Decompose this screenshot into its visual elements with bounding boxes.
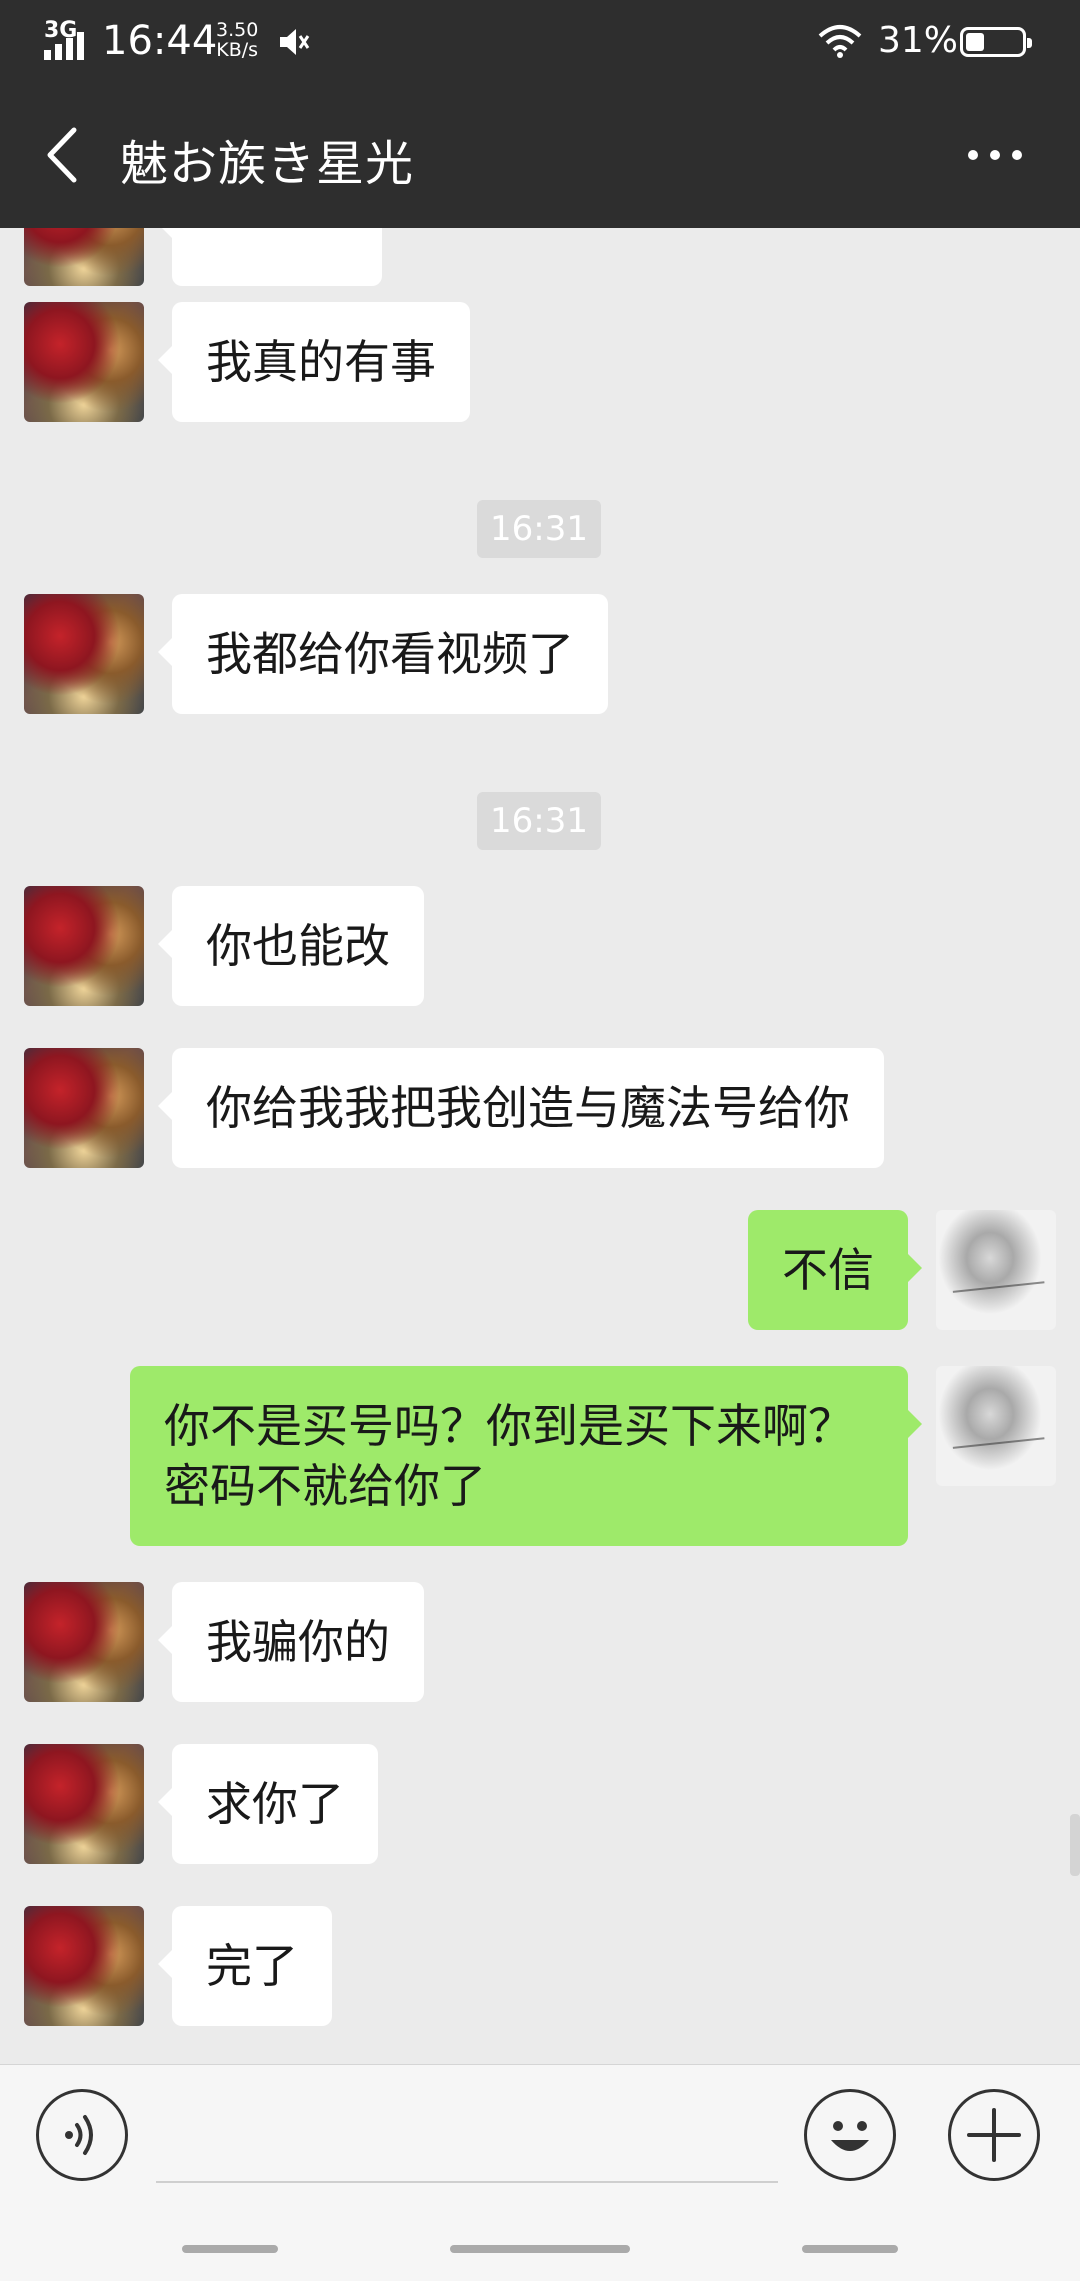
message-bubble-incoming[interactable]: 你也能改 [158,886,424,1006]
message-bubble-incoming[interactable]: 完了 [158,1906,332,2026]
voice-button[interactable] [36,2089,128,2181]
nav-gesture-left[interactable] [182,2245,278,2253]
voice-icon [65,2115,93,2155]
message-bubble-incoming[interactable]: 你给我我把我创造与魔法号给你 [158,1048,884,1168]
message-line: 密码不就给你了 [164,1459,486,1513]
message-input[interactable] [156,2181,778,2183]
mute-icon [276,24,312,64]
message-list[interactable]: 我真的有事 16:31 我都给你看视频了 16:31 你也能改 你给我我把我创造… [0,228,1080,2064]
back-button[interactable] [38,122,88,188]
nav-gesture-right[interactable] [802,2245,898,2253]
nav-gesture-home[interactable] [450,2245,630,2253]
network-speed-value: 3.50 [216,19,259,41]
message-bubble-incoming[interactable]: 我都给你看视频了 [158,594,608,714]
network-speed-unit: KB/s [216,39,259,61]
emoji-icon [831,2121,869,2151]
contact-avatar[interactable] [24,1582,144,1702]
contact-avatar[interactable] [24,886,144,1006]
emoji-button[interactable] [804,2089,896,2181]
status-time: 16:44 [102,18,218,64]
plus-button[interactable] [948,2089,1040,2181]
timestamp: 16:31 [477,792,601,850]
battery-percent: 31% [878,20,959,61]
contact-avatar[interactable] [24,302,144,422]
message-bubble-outgoing[interactable]: 不信 [748,1210,922,1330]
battery-icon [960,27,1032,57]
contact-avatar[interactable] [24,1744,144,1864]
chevron-left-icon [47,127,77,183]
message-bubble-incoming[interactable]: 求你了 [158,1744,378,1864]
contact-avatar[interactable] [24,228,144,286]
network-speed: 3.50 KB/s [216,20,258,60]
input-bar [0,2064,1080,2281]
message-bubble-incoming[interactable]: 我骗你的 [158,1582,424,1702]
timestamp: 16:31 [477,500,601,558]
message-line: 你不是买号吗？你到是买下来啊？ [164,1399,854,1453]
my-avatar[interactable] [936,1210,1056,1330]
wifi-icon [818,24,862,62]
contact-avatar[interactable] [24,594,144,714]
message-bubble-partial[interactable] [158,228,382,286]
chat-title: 魅お族き星光 [120,136,415,192]
my-avatar[interactable] [936,1366,1056,1486]
scrollbar[interactable] [1070,1814,1080,1876]
signal-icon: 3G [44,18,94,60]
plus-icon [967,2108,1021,2162]
status-bar: 3G 16:44 3.50 KB/s 31% [0,0,1080,82]
contact-avatar[interactable] [24,1906,144,2026]
more-button[interactable] [966,142,1026,168]
chat-header: 魅お族き星光 [0,82,1080,228]
contact-avatar[interactable] [24,1048,144,1168]
message-bubble-outgoing[interactable]: 你不是买号吗？你到是买下来啊？ 密码不就给你了 [130,1366,922,1546]
message-bubble-incoming[interactable]: 我真的有事 [158,302,470,422]
